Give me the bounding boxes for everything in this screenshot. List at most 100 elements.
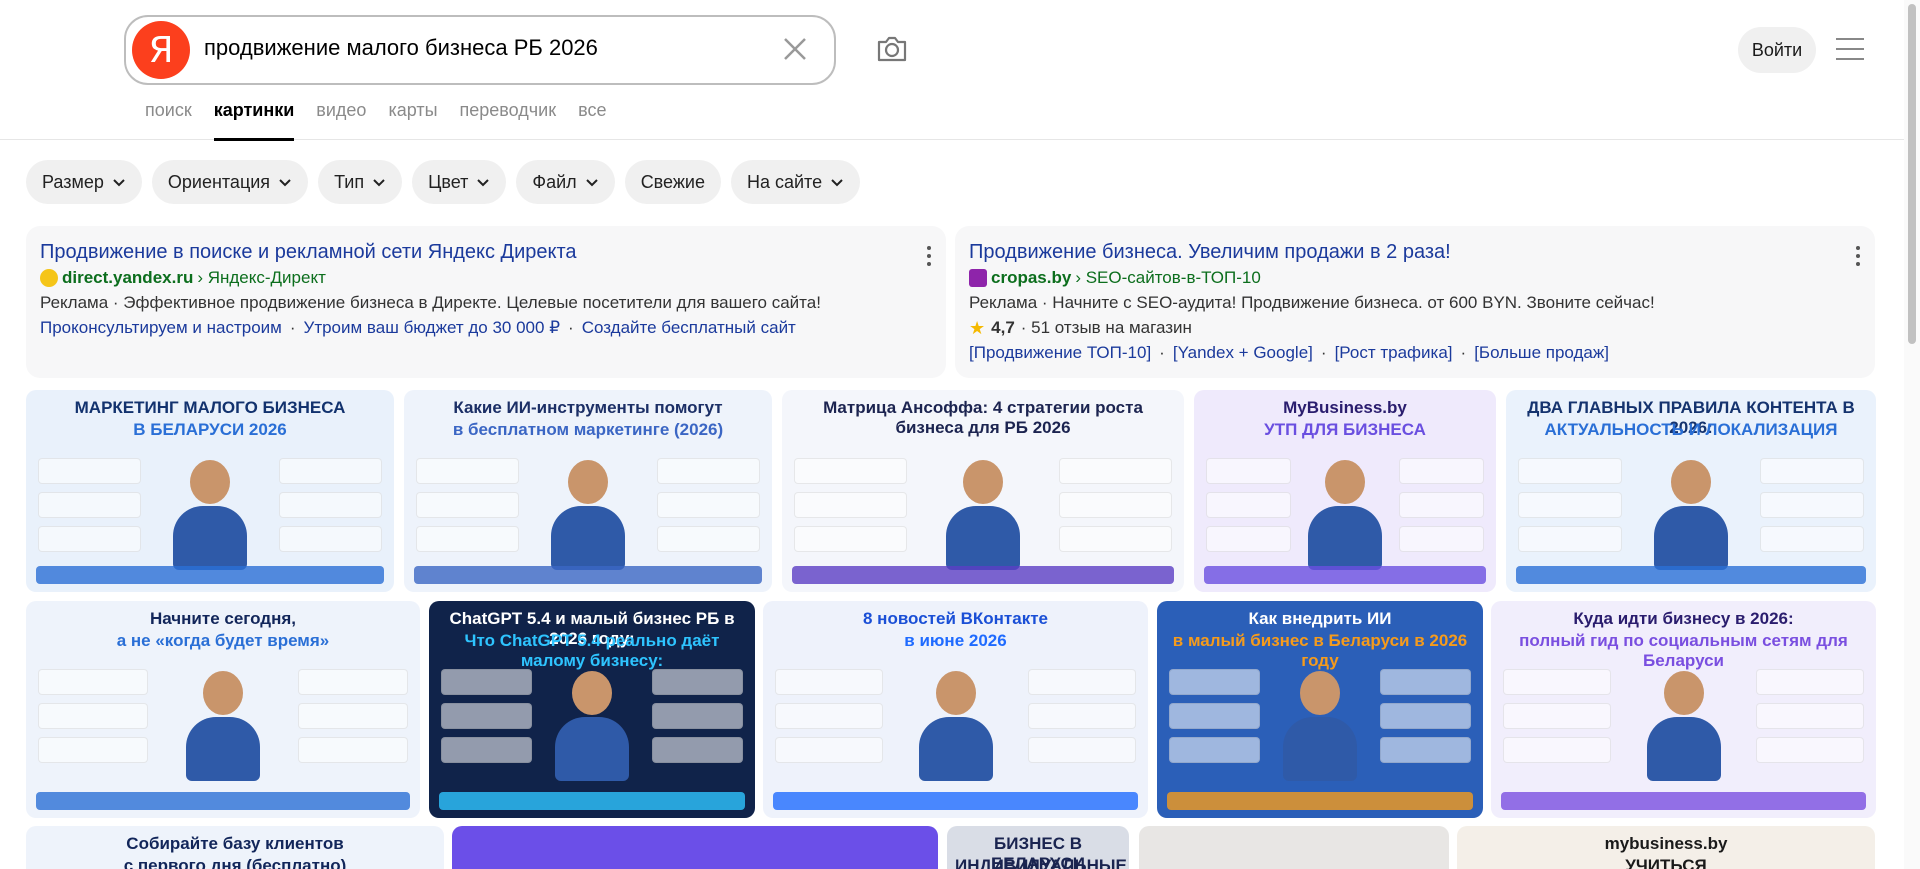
- image-thumbnail[interactable]: БИЗНЕС В БЕЛАРУСИИНДИВИДУАЛЬНЫЕ ПРЕДПРИН…: [947, 826, 1129, 869]
- filter-color[interactable]: Цвет: [412, 160, 507, 204]
- ad-card[interactable]: Продвижение в поиске и рекламной сети Ян…: [26, 226, 946, 378]
- infographic-panel: [657, 458, 760, 484]
- search-input[interactable]: продвижение малого бизнеса РБ 2026: [204, 35, 598, 61]
- person-illustration: [551, 460, 625, 570]
- infographic-panel: [1503, 737, 1611, 763]
- tab-search[interactable]: поиск: [145, 100, 192, 140]
- ad-url[interactable]: cropas.by › SEO-сайтов-в-ТОП-10: [969, 267, 1861, 289]
- infographic-panel: [279, 458, 382, 484]
- thumbnail-headline: Собирайте базу клиентов: [126, 834, 344, 853]
- review-count[interactable]: · 51 отзыв на магазин: [1021, 317, 1192, 339]
- ad-path[interactable]: › Яндекс-Директ: [197, 267, 326, 289]
- camera-icon[interactable]: [875, 32, 909, 66]
- person-illustration: [918, 671, 993, 781]
- ad-sitelink[interactable]: [Больше продаж]: [1474, 342, 1609, 364]
- ad-sitelink[interactable]: [Продвижение ТОП-10]: [969, 342, 1151, 364]
- footer-bar: [1501, 792, 1866, 810]
- person-illustration: [186, 671, 260, 781]
- infographic-panel: [1760, 458, 1864, 484]
- image-thumbnail[interactable]: МАРКЕТИНГ МАЛОГО БИЗНЕСА В БЕЛАРУСИ 2026: [26, 390, 394, 592]
- chevron-down-icon: [831, 179, 843, 187]
- tab-all[interactable]: все: [578, 100, 606, 140]
- infographic-panel: [416, 458, 519, 484]
- ad-sitelink[interactable]: Проконсультируем и настроим: [40, 317, 282, 339]
- infographic-panel: [775, 737, 883, 763]
- thumbnail-subheadline: ИНДИВИДУАЛЬНЫЕ ПРЕДПРИНИМАТЕЛЬСТВО: [955, 856, 1127, 869]
- ad-sitelink[interactable]: Создайте бесплатный сайт: [582, 317, 796, 339]
- image-thumbnail[interactable]: mybusiness.by УЧИТЬСЯ: [1457, 826, 1875, 869]
- thumbnail-headline: Куда идти бизнесу в 2026:: [1573, 609, 1794, 628]
- image-thumbnail[interactable]: Начните сегодня, а не «когда будет время»: [26, 601, 420, 818]
- filter-size[interactable]: Размер: [26, 160, 142, 204]
- tab-translator[interactable]: переводчик: [460, 100, 557, 140]
- ad-sitelink[interactable]: [Yandex + Google]: [1173, 342, 1313, 364]
- filter-orientation[interactable]: Ориентация: [151, 160, 309, 204]
- thumbnail-headline: mybusiness.by: [1604, 834, 1728, 853]
- hamburger-menu-icon[interactable]: [1836, 38, 1864, 60]
- filter-on-site[interactable]: На сайте: [730, 160, 861, 204]
- infographic-panel: [38, 703, 148, 729]
- tab-images[interactable]: картинки: [213, 100, 294, 141]
- infographic-panel: [1380, 703, 1471, 729]
- filter-label: Ориентация: [167, 171, 271, 192]
- image-thumbnail[interactable]: 8 новостей ВКонтакте в июне 2026: [763, 601, 1148, 818]
- infographic-panel: [1380, 737, 1471, 763]
- infographic-panel: [441, 703, 532, 729]
- ad-description: Реклама · Эффективное продвижение бизнес…: [40, 293, 821, 312]
- ad-domain[interactable]: direct.yandex.ru: [62, 267, 193, 289]
- filter-label: Свежие: [640, 171, 705, 192]
- ad-card[interactable]: Продвижение бизнеса. Увеличим продажи в …: [955, 226, 1875, 378]
- infographic-panel: [416, 526, 519, 552]
- infographic-panel: [1206, 492, 1291, 518]
- shop-rating[interactable]: ★ 4,7 · 51 отзыв на магазин: [969, 317, 1861, 339]
- footer-bar: [1167, 792, 1473, 810]
- ad-title[interactable]: Продвижение бизнеса. Увеличим продажи в …: [969, 240, 1861, 264]
- image-thumbnail[interactable]: Собирайте базу клиентов с первого дня (бе…: [26, 826, 444, 869]
- ad-domain[interactable]: cropas.by: [991, 267, 1071, 289]
- chevron-down-icon: [279, 179, 291, 187]
- yandex-logo-icon[interactable]: Я: [132, 21, 190, 79]
- image-thumbnail[interactable]: MyBusiness.by УТП ДЛЯ БИЗНЕСА: [1194, 390, 1496, 592]
- scrollbar-thumb[interactable]: [1908, 4, 1916, 344]
- close-icon[interactable]: [780, 34, 810, 64]
- infographic-panel: [1059, 526, 1172, 552]
- ad-url[interactable]: direct.yandex.ru › Яндекс-Директ: [40, 267, 932, 289]
- more-vertical-icon[interactable]: [1855, 246, 1861, 268]
- filter-type[interactable]: Тип: [318, 160, 403, 204]
- ad-sitelink[interactable]: Утроим ваш бюджет до 30 000 ₽: [304, 317, 561, 339]
- footer-bar: [1204, 566, 1486, 584]
- separator: ·: [289, 318, 296, 337]
- ad-sitelink[interactable]: [Рост трафика]: [1335, 342, 1453, 364]
- ad-path[interactable]: › SEO-сайтов-в-ТОП-10: [1075, 267, 1260, 289]
- image-thumbnail[interactable]: ChatGPT 5.4 и малый бизнес РБ в 2026 год…: [429, 601, 755, 818]
- image-thumbnail[interactable]: Как внедрить ИИ в малый бизнес в Беларуси…: [1157, 601, 1483, 818]
- tab-maps[interactable]: карты: [388, 100, 437, 140]
- thumbnail-subheadline: УЧИТЬСЯ: [1625, 856, 1707, 869]
- ad-title[interactable]: Продвижение в поиске и рекламной сети Ян…: [40, 240, 932, 264]
- thumbnail-subheadline: а не «когда будет время»: [116, 631, 330, 650]
- thumbnail-headline: 8 новостей ВКонтакте: [863, 609, 1048, 628]
- thumbnail-headline: МАРКЕТИНГ МАЛОГО БИЗНЕСА: [74, 398, 346, 417]
- image-thumbnail[interactable]: Куда идти бизнесу в 2026: полный гид по с…: [1491, 601, 1876, 818]
- infographic-panel: [1399, 526, 1484, 552]
- person-illustration: [173, 460, 247, 570]
- image-thumbnail[interactable]: [452, 826, 938, 869]
- image-thumbnail[interactable]: ДВА ГЛАВНЫХ ПРАВИЛА КОНТЕНТА В 2026: АКТУ…: [1506, 390, 1876, 592]
- thumbnail-subheadline: в июне 2026: [904, 631, 1007, 650]
- login-button[interactable]: Войти: [1738, 27, 1816, 73]
- image-thumbnail[interactable]: [1139, 826, 1449, 869]
- search-box[interactable]: Я продвижение малого бизнеса РБ 2026: [124, 15, 836, 85]
- filter-file[interactable]: Файл: [516, 160, 615, 204]
- tab-video[interactable]: видео: [316, 100, 366, 140]
- image-thumbnail[interactable]: Какие ИИ-инструменты помогут в бесплатном…: [404, 390, 772, 592]
- infographic-panel: [652, 703, 743, 729]
- person-illustration: [1654, 460, 1728, 570]
- chevron-down-icon: [585, 179, 598, 187]
- scrollbar[interactable]: [1904, 0, 1920, 869]
- footer-bar: [36, 792, 410, 810]
- image-thumbnail[interactable]: Матрица Ансоффа: 4 стратегии роста бизне…: [782, 390, 1184, 592]
- person-illustration: [946, 460, 1020, 570]
- filter-fresh[interactable]: Свежие: [624, 160, 721, 204]
- more-vertical-icon[interactable]: [926, 246, 932, 268]
- infographic-panel: [38, 737, 148, 763]
